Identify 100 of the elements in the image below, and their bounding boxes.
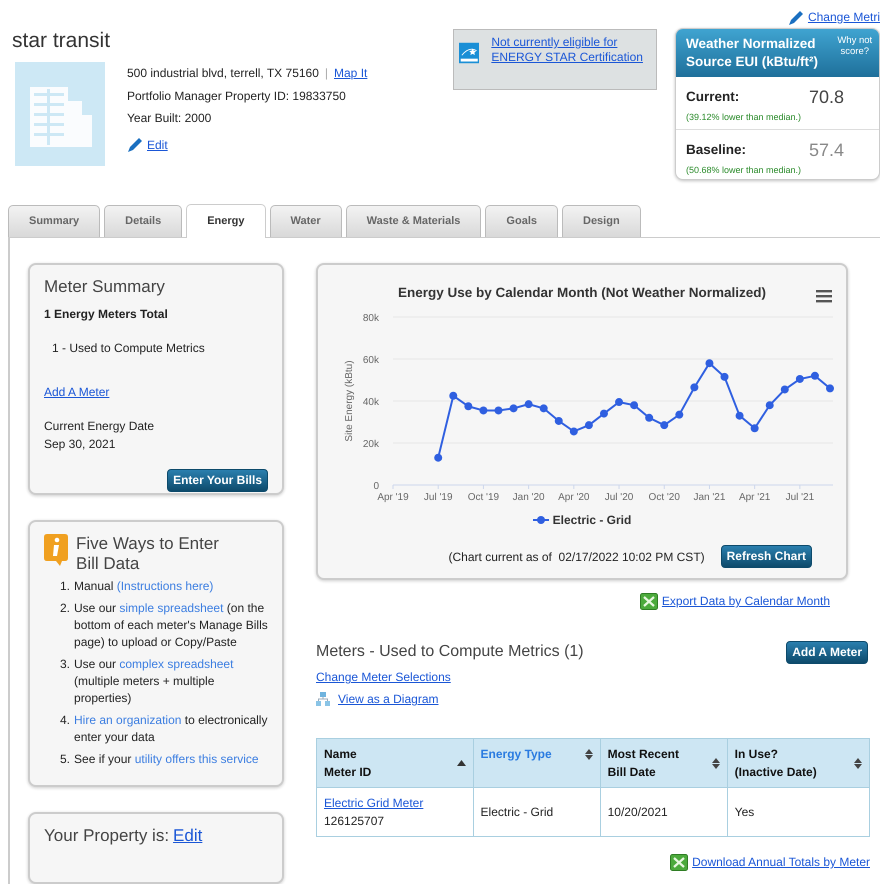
property-id-text: Portfolio Manager Property ID: 19833750 bbox=[127, 88, 347, 104]
data-point bbox=[494, 406, 502, 415]
chart-timestamp: (Chart current as of 02/17/2022 10:02 PM CST) bbox=[448, 548, 705, 566]
metric-value: 70.8 bbox=[808, 86, 845, 109]
help-link[interactable]: (Instructions here) bbox=[116, 579, 214, 593]
table-cell: Electric - Grid bbox=[473, 788, 600, 837]
data-point bbox=[720, 373, 729, 382]
data-point bbox=[780, 386, 789, 394]
axis-tick-label: 60k bbox=[362, 355, 379, 366]
axis-tick-label: 40k bbox=[362, 397, 379, 408]
view-diagram-link[interactable]: View as a Diagram bbox=[338, 690, 438, 708]
section-title: Meters - Used to Compute Metrics (1) bbox=[316, 642, 584, 662]
axis-title: Site Energy (kBtu) bbox=[344, 360, 355, 442]
tab[interactable]: Waste & Materials bbox=[346, 205, 482, 237]
data-point bbox=[524, 400, 533, 408]
current-energy-date-label: Current Energy Date bbox=[44, 418, 156, 435]
tab[interactable]: Goals bbox=[485, 205, 558, 237]
data-point bbox=[449, 392, 458, 400]
metric-note: (39.12% lower than median.) bbox=[686, 111, 802, 124]
item-number: 2. bbox=[60, 600, 70, 617]
data-point bbox=[600, 410, 608, 418]
axis-tick-label: Apr '19 bbox=[377, 492, 409, 504]
tab[interactable]: Design bbox=[562, 205, 641, 237]
property-name: star transit bbox=[12, 28, 112, 54]
refresh-chart-button[interactable]: Refresh Chart bbox=[720, 545, 812, 568]
axis-tick-label: Apr '21 bbox=[738, 492, 770, 504]
card-title: Your Property is: bbox=[44, 826, 170, 846]
axis-tick-label: Apr '20 bbox=[558, 492, 590, 504]
map-it-link[interactable]: Map It bbox=[334, 66, 368, 80]
item-text: Use our complex spreadsheet (multiple meters + multiple properties) bbox=[74, 656, 234, 707]
data-point bbox=[660, 421, 668, 430]
data-point bbox=[615, 398, 624, 406]
help-link[interactable]: complex spreadsheet bbox=[119, 657, 234, 671]
axis-tick-label: Oct '20 bbox=[648, 492, 680, 504]
axis-tick-label: Oct '19 bbox=[468, 492, 500, 504]
enter-bills-button[interactable]: Enter Your Bills bbox=[167, 469, 268, 492]
data-point bbox=[630, 401, 638, 410]
metric-label: Current: bbox=[686, 88, 740, 106]
column-header[interactable]: Name Meter ID bbox=[316, 738, 474, 788]
data-point bbox=[750, 424, 759, 433]
card-title: Meter Summary bbox=[44, 277, 166, 297]
data-point bbox=[690, 384, 698, 392]
eui-title: Weather Normalized Source EUI (kBtu/ft²) bbox=[686, 35, 819, 71]
current-energy-date: Sep 30, 2021 bbox=[44, 436, 116, 453]
download-totals-link[interactable]: Download Annual Totals by Meter bbox=[692, 853, 870, 872]
meter-total-text: 1 Energy Meters Total bbox=[44, 306, 169, 323]
chart-title: Energy Use by Calendar Month (Not Weather Normalized) bbox=[396, 284, 768, 302]
data-point bbox=[540, 404, 548, 413]
table-cell: 10/20/2021 bbox=[600, 788, 728, 837]
tab[interactable]: Summary bbox=[8, 205, 100, 237]
data-point bbox=[434, 454, 442, 462]
data-point bbox=[796, 375, 804, 384]
data-point bbox=[554, 417, 563, 426]
axis-tick-label: Jul '19 bbox=[424, 492, 452, 504]
meter-name-link[interactable]: Electric Grid Meter bbox=[324, 794, 466, 812]
tab[interactable]: Details bbox=[104, 205, 182, 237]
chart-menu-button[interactable] bbox=[816, 289, 832, 303]
certification-link[interactable]: Not currently eligible for ENERGY STAR Certification bbox=[491, 35, 651, 84]
data-point bbox=[570, 428, 578, 436]
help-link[interactable]: simple spreadsheet bbox=[119, 601, 224, 615]
data-point bbox=[645, 414, 654, 422]
data-point bbox=[810, 372, 819, 380]
add-meter-link[interactable]: Add A Meter bbox=[44, 383, 110, 401]
meter-id: 126125707 bbox=[324, 814, 384, 828]
spreadsheet-icon bbox=[640, 592, 658, 610]
axis-tick-label: Jul '21 bbox=[786, 492, 814, 504]
axis-tick-label: 20k bbox=[362, 439, 379, 450]
metric-label: Baseline: bbox=[686, 140, 746, 159]
export-data-link[interactable]: Export Data by Calendar Month bbox=[662, 592, 830, 610]
edit-property-link[interactable]: Edit bbox=[173, 826, 202, 846]
column-header[interactable]: In Use? (Inactive Date) bbox=[727, 738, 870, 788]
tab[interactable]: Water bbox=[270, 205, 342, 237]
change-metrics-link[interactable]: Change Metri bbox=[788, 8, 880, 26]
why-not-score-link[interactable]: Why not score? bbox=[836, 35, 873, 71]
add-meter-button[interactable]: Add A Meter bbox=[786, 640, 868, 664]
data-point bbox=[766, 401, 774, 410]
meters-used-text: 1 - Used to Compute Metrics bbox=[52, 340, 206, 357]
legend-label[interactable]: Electric - Grid bbox=[552, 511, 632, 530]
pencil-icon bbox=[127, 136, 143, 153]
column-header[interactable]: Most Recent Bill Date bbox=[600, 738, 728, 788]
tab[interactable]: Energy bbox=[186, 204, 266, 238]
data-point bbox=[479, 406, 488, 415]
axis-tick-label: 0 bbox=[373, 481, 379, 492]
item-text: Hire an organization to electronically enter your data bbox=[74, 712, 268, 746]
hierarchy-icon bbox=[316, 692, 330, 706]
axis-tick-label: Jul '20 bbox=[604, 492, 634, 504]
column-header[interactable]: Energy Type bbox=[473, 738, 600, 788]
axis-tick-label: Jan '21 bbox=[693, 492, 726, 504]
data-point bbox=[584, 421, 593, 430]
data-point bbox=[675, 410, 684, 419]
change-meter-selections-link[interactable]: Change Meter Selections bbox=[316, 668, 451, 686]
item-text: Use our simple spreadsheet (on the bottom of each meter's Manage Bills page) to upload or Copy/Paste bbox=[74, 600, 268, 651]
data-point bbox=[705, 359, 714, 368]
spreadsheet-icon bbox=[670, 854, 688, 871]
edit-link[interactable]: Edit bbox=[147, 134, 168, 156]
data-point bbox=[826, 384, 834, 393]
help-link[interactable]: utility offers this service bbox=[134, 752, 259, 766]
help-link[interactable]: Hire an organization bbox=[74, 713, 182, 727]
separator: | bbox=[324, 66, 328, 80]
data-point bbox=[464, 402, 472, 410]
